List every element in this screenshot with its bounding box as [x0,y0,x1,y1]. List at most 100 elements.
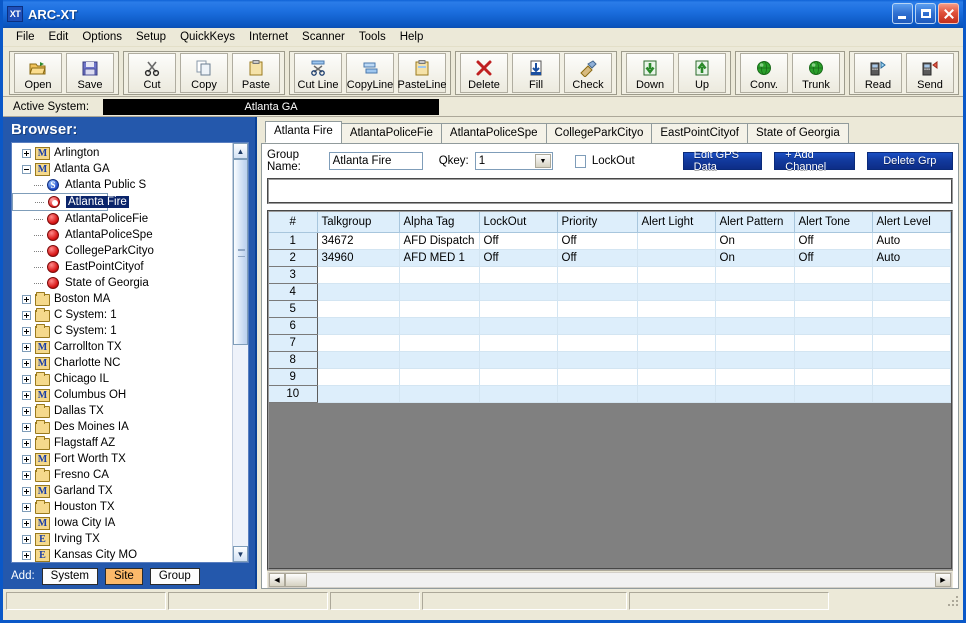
expand-icon[interactable] [22,438,31,448]
grid-cell-priority[interactable] [556,350,638,369]
grid-cell-alert_tone[interactable] [793,350,873,369]
resize-grip[interactable] [946,594,960,608]
grid-cell-alert_pattern[interactable] [714,333,795,352]
expand-icon[interactable] [22,454,31,464]
expand-icon[interactable] [22,326,31,336]
tree-node[interactable]: Chicago IL [12,371,232,387]
table-row[interactable]: 9 [269,367,951,386]
tree-node[interactable]: AtlantaPoliceFie [12,211,232,227]
grid-cell-lockout[interactable] [478,265,558,284]
maximize-icon[interactable] [915,3,936,24]
tree-vertical-scrollbar[interactable]: ▲ ▼ [232,143,248,562]
grid-cell-alert_tone[interactable]: Off [793,231,873,250]
scroll-right-icon[interactable]: ▶ [935,572,951,587]
edit-gps-data-button[interactable]: Edit GPS Data [682,149,763,173]
cut-line-button[interactable]: Cut Line [294,52,342,93]
tree-node[interactable]: M Garland TX [12,483,232,499]
tree-node[interactable]: M Arlington [12,145,232,161]
grid-cell-alpha_tag[interactable] [398,299,480,318]
lockout-checkbox[interactable] [574,154,586,168]
grid-column-header[interactable]: LockOut [478,212,558,233]
pasteline-button[interactable]: PasteLine [398,52,446,93]
grid-cell-priority[interactable] [556,384,638,403]
table-row[interactable]: 6 [269,316,951,335]
grid-cell-alert_level[interactable] [871,282,951,301]
grid-cell-alpha_tag[interactable] [398,384,480,403]
tab-atlantapolicefie[interactable]: AtlantaPoliceFie [340,123,442,143]
hscroll-thumb[interactable] [285,572,307,587]
tab-state-of-georgia[interactable]: State of Georgia [747,123,849,143]
tree-node[interactable]: State of Georgia [12,275,232,291]
grid-cell-priority[interactable] [556,316,638,335]
grid-cell-alert_light[interactable] [636,316,716,335]
grid-cell-talkgroup[interactable] [316,384,400,403]
grid-cell-alert_tone[interactable] [793,316,873,335]
menu-item-quickkeys[interactable]: QuickKeys [173,29,242,45]
menu-item-scanner[interactable]: Scanner [295,29,352,45]
grid-cell-lockout[interactable] [478,350,558,369]
tree-node[interactable]: M Iowa City IA [12,515,232,531]
grid-cell-lockout[interactable] [478,367,558,386]
grid-cell-alpha_tag[interactable]: AFD MED 1 [398,248,480,267]
expand-icon[interactable] [22,518,31,528]
table-row[interactable]: 7 [269,333,951,352]
menu-item-options[interactable]: Options [75,29,129,45]
grid-cell-talkgroup[interactable] [316,282,400,301]
tree-node[interactable]: C System: 1 [12,323,232,339]
grid-cell-alert_level[interactable] [871,265,951,284]
grid-cell-talkgroup[interactable] [316,299,400,318]
grid-cell-alert_light[interactable] [636,231,716,250]
grid-cell-alert_level[interactable]: Auto [871,248,951,267]
grid-cell-talkgroup[interactable] [316,333,400,352]
paste-button[interactable]: Paste [232,52,280,93]
tab-collegeparkcityo[interactable]: CollegeParkCityo [545,123,653,143]
tree-node[interactable]: Des Moines IA [12,419,232,435]
menu-item-setup[interactable]: Setup [129,29,173,45]
grid-column-header[interactable]: Priority [556,212,638,233]
grid-cell-alert_light[interactable] [636,367,716,386]
grid-cell-alert_light[interactable] [636,384,716,403]
grid-cell-talkgroup[interactable] [316,265,400,284]
grid-cell-alert_level[interactable] [871,350,951,369]
scroll-up-icon[interactable]: ▲ [233,143,248,159]
grid-cell-alert_pattern[interactable]: On [714,248,795,267]
tree-node[interactable]: C System: 1 [12,307,232,323]
grid-cell-priority[interactable] [556,265,638,284]
grid-cell-alert_light[interactable] [636,350,716,369]
grid-cell-alert_pattern[interactable] [714,265,795,284]
group-name-input[interactable]: Atlanta Fire [328,152,423,170]
grid-cell-alert_level[interactable] [871,367,951,386]
grid-cell-lockout[interactable] [478,333,558,352]
grid-cell-alpha_tag[interactable] [398,265,480,284]
chevron-down-icon[interactable]: ▼ [534,154,551,168]
grid-cell-alpha_tag[interactable] [398,316,480,335]
read-button[interactable]: Read [854,52,902,93]
expand-icon[interactable] [22,486,31,496]
save-button[interactable]: Save [66,52,114,93]
grid-cell-alert_pattern[interactable] [714,282,795,301]
grid-horizontal-scrollbar[interactable]: ◀ ▶ [267,570,953,588]
grid-column-header[interactable]: # [269,212,318,233]
grid-cell-alert_tone[interactable]: Off [793,248,873,267]
minimize-icon[interactable] [892,3,913,24]
send-button[interactable]: Send [906,52,954,93]
expand-icon[interactable] [22,342,31,352]
grid-column-header[interactable]: Talkgroup [316,212,400,233]
grid-column-header[interactable]: Alert Tone [793,212,873,233]
grid-cell-lockout[interactable] [478,384,558,403]
grid-cell-talkgroup[interactable] [316,316,400,335]
tree-node[interactable]: AtlantaPoliceSpe [12,227,232,243]
tree-node[interactable]: Flagstaff AZ [12,435,232,451]
expand-icon[interactable] [22,390,31,400]
grid-cell-alert_tone[interactable] [793,299,873,318]
tree-node[interactable]: E Irving TX [12,531,232,547]
expand-icon[interactable] [22,406,31,416]
grid-cell-alert_tone[interactable] [793,333,873,352]
tree-node[interactable]: M Columbus OH [12,387,232,403]
grid-column-header[interactable]: Alpha Tag [398,212,480,233]
tree-node[interactable]: M Fort Worth TX [12,451,232,467]
conv--button[interactable]: Conv. [740,52,788,93]
scroll-track[interactable] [233,159,248,546]
grid-cell-alert_tone[interactable] [793,282,873,301]
grid-cell-alert_pattern[interactable] [714,316,795,335]
